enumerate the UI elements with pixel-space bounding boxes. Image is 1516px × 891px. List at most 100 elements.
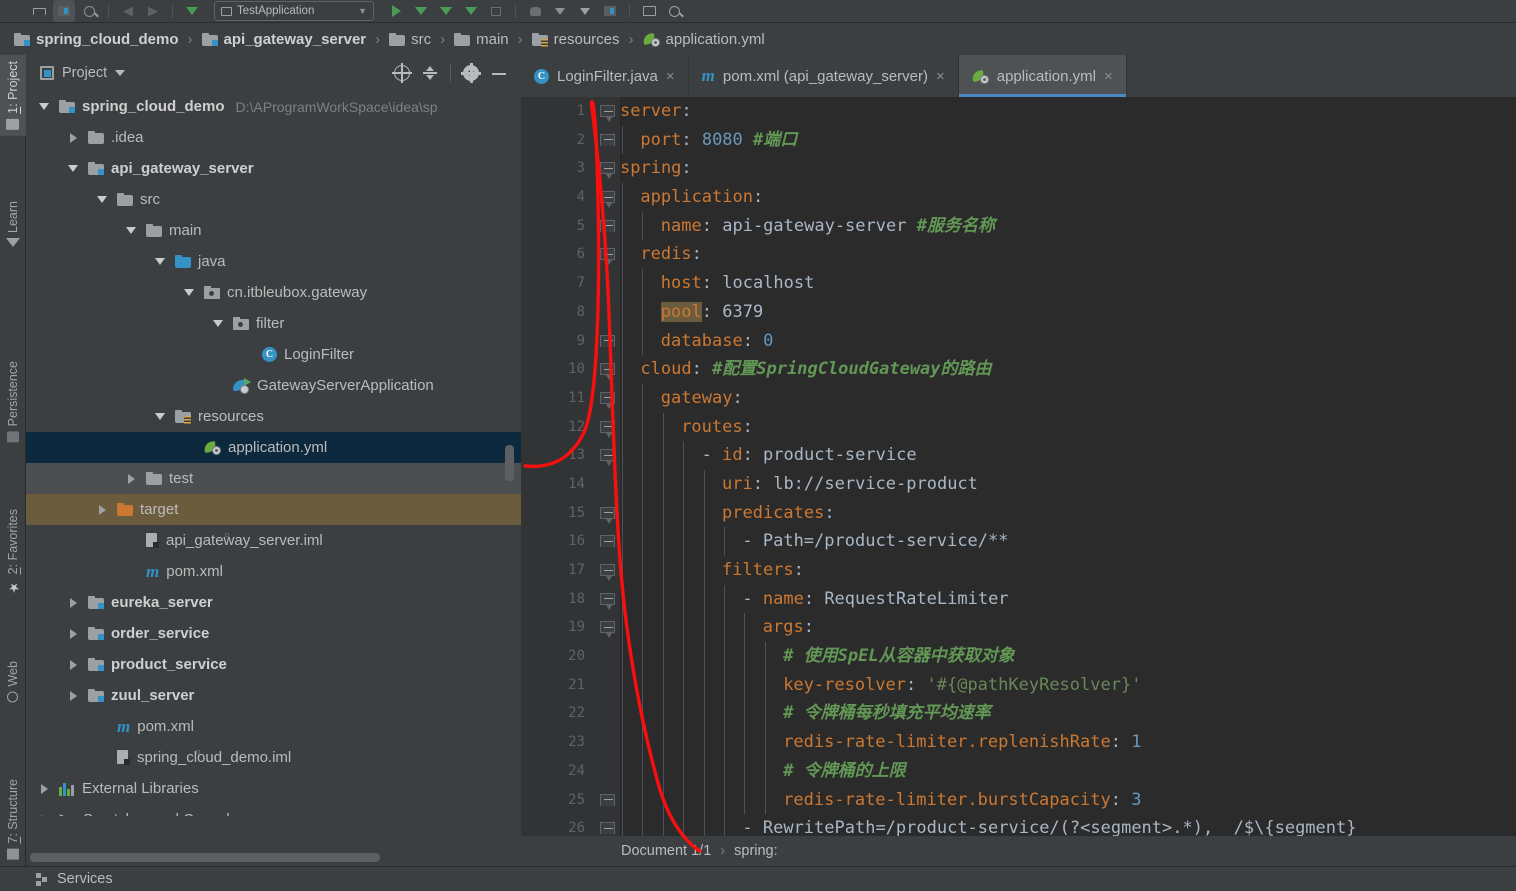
fold-open-icon[interactable] bbox=[600, 105, 615, 122]
chevron-right-icon[interactable] bbox=[36, 783, 52, 794]
chevron-right-icon[interactable] bbox=[123, 473, 139, 484]
fold-end-icon[interactable] bbox=[600, 133, 615, 146]
code-line[interactable]: 12 routes: bbox=[521, 412, 1516, 442]
code-line[interactable]: 22 # 令牌桶每秒填充平均速率 bbox=[521, 699, 1516, 729]
tool-window-button-web[interactable]: Web bbox=[0, 655, 26, 708]
editor-tab-application-yml[interactable]: application.yml × bbox=[958, 55, 1127, 97]
chevron-right-icon[interactable] bbox=[65, 132, 81, 143]
code-line[interactable]: 24 # 令牌桶的上限 bbox=[521, 756, 1516, 786]
chevron-right-icon[interactable] bbox=[65, 628, 81, 639]
save-all-icon[interactable] bbox=[28, 0, 50, 22]
breadcrumb-item-main[interactable]: main bbox=[452, 26, 511, 52]
code-line[interactable]: 18 - name: RequestRateLimiter bbox=[521, 584, 1516, 614]
tree-node-scratches-and-consoles[interactable]: > Scratches and Consoles bbox=[26, 804, 521, 816]
fold-open-icon[interactable] bbox=[600, 191, 615, 209]
tree-node-eureka-server[interactable]: eureka_server bbox=[26, 587, 521, 618]
settings-gear-icon[interactable] bbox=[461, 63, 481, 83]
breadcrumb-item-resources[interactable]: resources bbox=[530, 26, 622, 52]
chevron-right-icon[interactable] bbox=[94, 504, 110, 515]
tree-node-test[interactable]: test bbox=[26, 463, 521, 494]
code-line[interactable]: 8 pool: 6379 bbox=[521, 297, 1516, 327]
code-line[interactable]: 20 # 使用SpEL从容器中获取对象 bbox=[521, 642, 1516, 671]
fold-end-icon[interactable] bbox=[600, 793, 615, 806]
project-structure-icon[interactable] bbox=[53, 0, 75, 22]
locate-icon[interactable] bbox=[392, 63, 412, 83]
layout-icon[interactable] bbox=[638, 0, 660, 22]
breadcrumb-item-application-yml[interactable]: application.yml bbox=[641, 26, 767, 52]
collapse-all-icon[interactable] bbox=[422, 65, 438, 81]
chevron-down-icon[interactable] bbox=[152, 258, 168, 265]
fold-open-icon[interactable] bbox=[600, 363, 615, 381]
fold-open-icon[interactable] bbox=[600, 420, 615, 438]
editor-tab-loginfilter-java[interactable]: C LoginFilter.java × bbox=[521, 55, 689, 97]
tree-node-order-service[interactable]: order_service bbox=[26, 618, 521, 649]
tree-node--idea[interactable]: .idea bbox=[26, 122, 521, 153]
tool-window-button-1-project[interactable]: 1: Project bbox=[0, 55, 26, 136]
tool-window-button-2-favorites[interactable]: ★ 2: Favorites bbox=[0, 503, 26, 600]
chevron-down-icon[interactable] bbox=[181, 289, 197, 296]
tree-node-spring-cloud-demo-iml[interactable]: spring_cloud_demo.iml bbox=[26, 742, 521, 773]
profile-icon[interactable] bbox=[460, 0, 482, 22]
tree-node-zuul-server[interactable]: zuul_server bbox=[26, 680, 521, 711]
close-icon[interactable]: × bbox=[1104, 69, 1113, 84]
code-line[interactable]: 14 uri: lb://service-product bbox=[521, 469, 1516, 499]
tree-node-target[interactable]: target bbox=[26, 494, 521, 525]
tree-node-application-yml[interactable]: application.yml bbox=[26, 432, 521, 463]
chevron-right-icon[interactable] bbox=[65, 690, 81, 701]
tree-node-product-service[interactable]: product_service bbox=[26, 649, 521, 680]
fold-open-icon[interactable] bbox=[600, 592, 615, 610]
more-icon[interactable] bbox=[549, 0, 571, 22]
tree-node-main[interactable]: main bbox=[26, 215, 521, 246]
fold-open-icon[interactable] bbox=[600, 506, 615, 524]
forward-icon[interactable]: ▶ bbox=[142, 0, 164, 22]
code-line[interactable]: 9 database: 0 bbox=[521, 326, 1516, 356]
chevron-down-icon[interactable] bbox=[210, 320, 226, 327]
fold-end-icon[interactable] bbox=[600, 535, 615, 548]
build-icon[interactable] bbox=[524, 0, 546, 22]
editor-tab-pom-xml-api-gateway-server-[interactable]: m pom.xml (api_gateway_server) × bbox=[689, 55, 959, 97]
code-line[interactable]: 2 port: 8080 #端口 bbox=[521, 125, 1516, 155]
fold-open-icon[interactable] bbox=[600, 391, 615, 409]
project-tree[interactable]: spring_cloud_demo D:\AProgramWorkSpace\id… bbox=[26, 91, 521, 816]
code-line[interactable]: 11 gateway: bbox=[521, 383, 1516, 413]
code-line[interactable]: 13 - id: product-service bbox=[521, 441, 1516, 470]
project-vscrollbar-thumb[interactable] bbox=[505, 445, 514, 481]
tree-node-pom-xml[interactable]: m pom.xml bbox=[26, 556, 521, 587]
chevron-down-icon[interactable] bbox=[65, 165, 81, 172]
code-editor[interactable]: 1 server: 2 port: 8080 #端口 3 spring: 4 applicat… bbox=[521, 97, 1516, 891]
services-label[interactable]: Services bbox=[57, 871, 113, 887]
code-line[interactable]: 10 cloud: #配置SpringCloudGateway的路由 bbox=[521, 355, 1516, 384]
code-line[interactable]: 16 - Path=/product-service/** bbox=[521, 527, 1516, 556]
fold-open-icon[interactable] bbox=[600, 162, 615, 180]
code-line[interactable]: 6 redis: bbox=[521, 240, 1516, 270]
breadcrumb-item-api-gateway-server[interactable]: api_gateway_server bbox=[200, 26, 369, 52]
tree-node-src[interactable]: src bbox=[26, 184, 521, 215]
fold-open-icon[interactable] bbox=[600, 248, 615, 266]
fold-end-icon[interactable] bbox=[600, 334, 615, 347]
tool-window-button-persistence[interactable]: Persistence bbox=[0, 355, 26, 448]
sync-icon[interactable] bbox=[78, 0, 100, 22]
chevron-right-icon[interactable] bbox=[65, 597, 81, 608]
run-configuration-selector[interactable]: TestApplication ▼ bbox=[214, 1, 374, 21]
code-line[interactable]: 17 filters: bbox=[521, 556, 1516, 585]
fold-end-icon[interactable] bbox=[600, 822, 615, 835]
breadcrumb-item-src[interactable]: src bbox=[387, 26, 433, 52]
code-line[interactable]: 15 predicates: bbox=[521, 498, 1516, 528]
run-anything-icon[interactable] bbox=[181, 0, 203, 22]
chevron-down-icon[interactable] bbox=[123, 227, 139, 234]
coverage-icon[interactable] bbox=[435, 0, 457, 22]
tree-node-spring-cloud-demo[interactable]: spring_cloud_demo D:\AProgramWorkSpace\id… bbox=[26, 91, 521, 122]
code-line[interactable]: 25 redis-rate-limiter.burstCapacity: 3 bbox=[521, 785, 1516, 815]
chevron-down-icon[interactable] bbox=[115, 70, 126, 76]
tree-node-filter[interactable]: filter bbox=[26, 308, 521, 339]
tool-window-button-learn[interactable]: Learn bbox=[0, 195, 26, 253]
tree-node-cn-itbleubox-gateway[interactable]: cn.itbleubox.gateway bbox=[26, 277, 521, 308]
stop-icon[interactable] bbox=[485, 0, 507, 22]
close-icon[interactable]: × bbox=[666, 69, 675, 84]
db-icon[interactable] bbox=[599, 0, 621, 22]
project-hscrollbar-thumb[interactable] bbox=[30, 853, 380, 862]
chevron-down-icon[interactable] bbox=[94, 196, 110, 203]
code-line[interactable]: 3 spring: bbox=[521, 154, 1516, 183]
tool-window-button-7-structure[interactable]: 7: Structure bbox=[0, 773, 26, 866]
chevron-down-icon[interactable] bbox=[36, 103, 52, 110]
